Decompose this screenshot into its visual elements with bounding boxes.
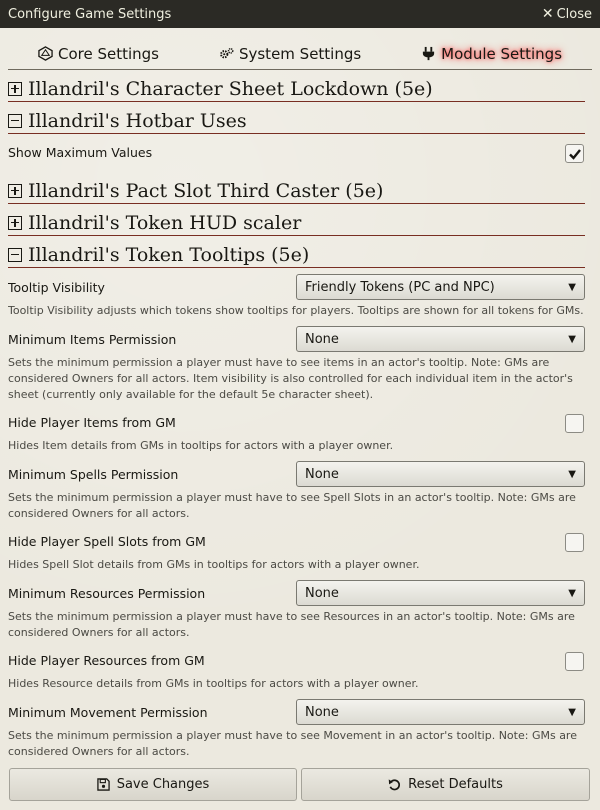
minimum-items-permission-select[interactable]: None ▼ (296, 326, 585, 352)
hide-player-spell-slots-checkbox[interactable] (565, 533, 584, 552)
tab-core-settings[interactable]: Core Settings (38, 45, 159, 63)
dropdown-arrow-icon: ▼ (568, 333, 576, 345)
settings-list[interactable]: Illandril's Character Sheet Lockdown (5e… (8, 74, 585, 790)
dropdown-arrow-icon: ▼ (568, 281, 576, 293)
expand-icon (8, 183, 22, 198)
tab-module-settings[interactable]: Module Settings (421, 45, 562, 63)
select-value: None (305, 704, 339, 720)
d20-icon (38, 46, 53, 61)
tab-system-settings[interactable]: System Settings (219, 45, 361, 63)
window-header: Configure Game Settings ✕ Close (0, 0, 600, 28)
close-label: Close (556, 6, 592, 22)
module-title: Illandril's Token Tooltips (5e) (28, 243, 310, 266)
reset-defaults-button[interactable]: Reset Defaults (301, 768, 590, 801)
setting-note: Tooltip Visibility adjusts which tokens … (8, 304, 584, 317)
collapse-icon (8, 247, 22, 262)
settings-tabs: Core Settings System Settings Module Set… (8, 38, 592, 70)
minimum-resources-permission-select[interactable]: None ▼ (296, 580, 585, 606)
setting-label: Hide Player Spell Slots from GM (8, 534, 206, 549)
setting-note: Sets the minimum permission a player mus… (8, 729, 577, 758)
dropdown-arrow-icon: ▼ (568, 706, 576, 718)
select-value: None (305, 466, 339, 482)
setting-label: Tooltip Visibility (8, 280, 105, 295)
cogs-icon (220, 48, 234, 59)
window-title: Configure Game Settings (8, 6, 172, 22)
module-title: Illandril's Pact Slot Third Caster (5e) (28, 179, 384, 202)
setting-label: Minimum Resources Permission (8, 586, 206, 601)
setting-label: Hide Player Items from GM (8, 415, 176, 430)
expand-icon (8, 215, 22, 230)
close-icon: ✕ (541, 6, 554, 22)
collapse-icon (8, 113, 22, 128)
reset-label: Reset Defaults (408, 777, 503, 792)
save-icon (96, 778, 110, 791)
setting-note: Hides Resource details from GMs in toolt… (8, 677, 419, 690)
tab-label: System Settings (238, 44, 362, 63)
plug-icon (423, 46, 435, 61)
minimum-spells-permission-select[interactable]: None ▼ (296, 461, 585, 487)
setting-note: Hides Spell Slot details from GMs in too… (8, 558, 420, 571)
module-title: Illandril's Token HUD scaler (28, 211, 302, 234)
setting-note: Sets the minimum permission a player mus… (8, 610, 575, 639)
save-changes-button[interactable]: Save Changes (9, 768, 297, 801)
save-label: Save Changes (116, 777, 210, 792)
setting-label: Hide Player Resources from GM (8, 653, 205, 668)
dropdown-arrow-icon: ▼ (568, 468, 576, 480)
setting-note: Hides Item details from GMs in tooltips … (8, 439, 394, 452)
tab-label: Core Settings (57, 44, 159, 63)
checkmark-icon (568, 148, 581, 160)
setting-note: Sets the minimum permission a player mus… (8, 356, 573, 401)
setting-note: Sets the minimum permission a player mus… (8, 491, 576, 520)
select-value: Friendly Tokens (PC and NPC) (305, 279, 495, 295)
module-header-pact-slot-third-caster[interactable]: Illandril's Pact Slot Third Caster (5e) (8, 178, 585, 204)
settings-content: Core Settings System Settings Module Set… (0, 28, 600, 810)
module-header-token-hud-scaler[interactable]: Illandril's Token HUD scaler (8, 210, 585, 236)
hide-player-resources-checkbox[interactable] (565, 652, 584, 671)
setting-label: Minimum Items Permission (8, 332, 177, 347)
tab-label: Module Settings (441, 44, 563, 63)
module-header-token-tooltips[interactable]: Illandril's Token Tooltips (5e) (8, 242, 585, 268)
module-title: Illandril's Hotbar Uses (28, 109, 247, 132)
expand-icon (8, 81, 22, 96)
undo-icon (388, 779, 401, 791)
show-maximum-values-checkbox[interactable] (565, 144, 584, 163)
module-header-character-sheet-lockdown[interactable]: Illandril's Character Sheet Lockdown (5e… (8, 76, 585, 102)
setting-label: Minimum Movement Permission (8, 705, 208, 720)
close-button[interactable]: ✕ Close (542, 6, 592, 22)
module-header-hotbar-uses[interactable]: Illandril's Hotbar Uses (8, 108, 585, 134)
module-title: Illandril's Character Sheet Lockdown (5e… (28, 77, 433, 100)
select-value: None (305, 585, 339, 601)
tooltip-visibility-select[interactable]: Friendly Tokens (PC and NPC) ▼ (296, 274, 585, 300)
minimum-movement-permission-select[interactable]: None ▼ (296, 699, 585, 725)
hide-player-items-checkbox[interactable] (565, 414, 584, 433)
dropdown-arrow-icon: ▼ (568, 587, 576, 599)
setting-label: Minimum Spells Permission (8, 467, 179, 482)
setting-label: Show Maximum Values (8, 145, 153, 160)
select-value: None (305, 331, 339, 347)
